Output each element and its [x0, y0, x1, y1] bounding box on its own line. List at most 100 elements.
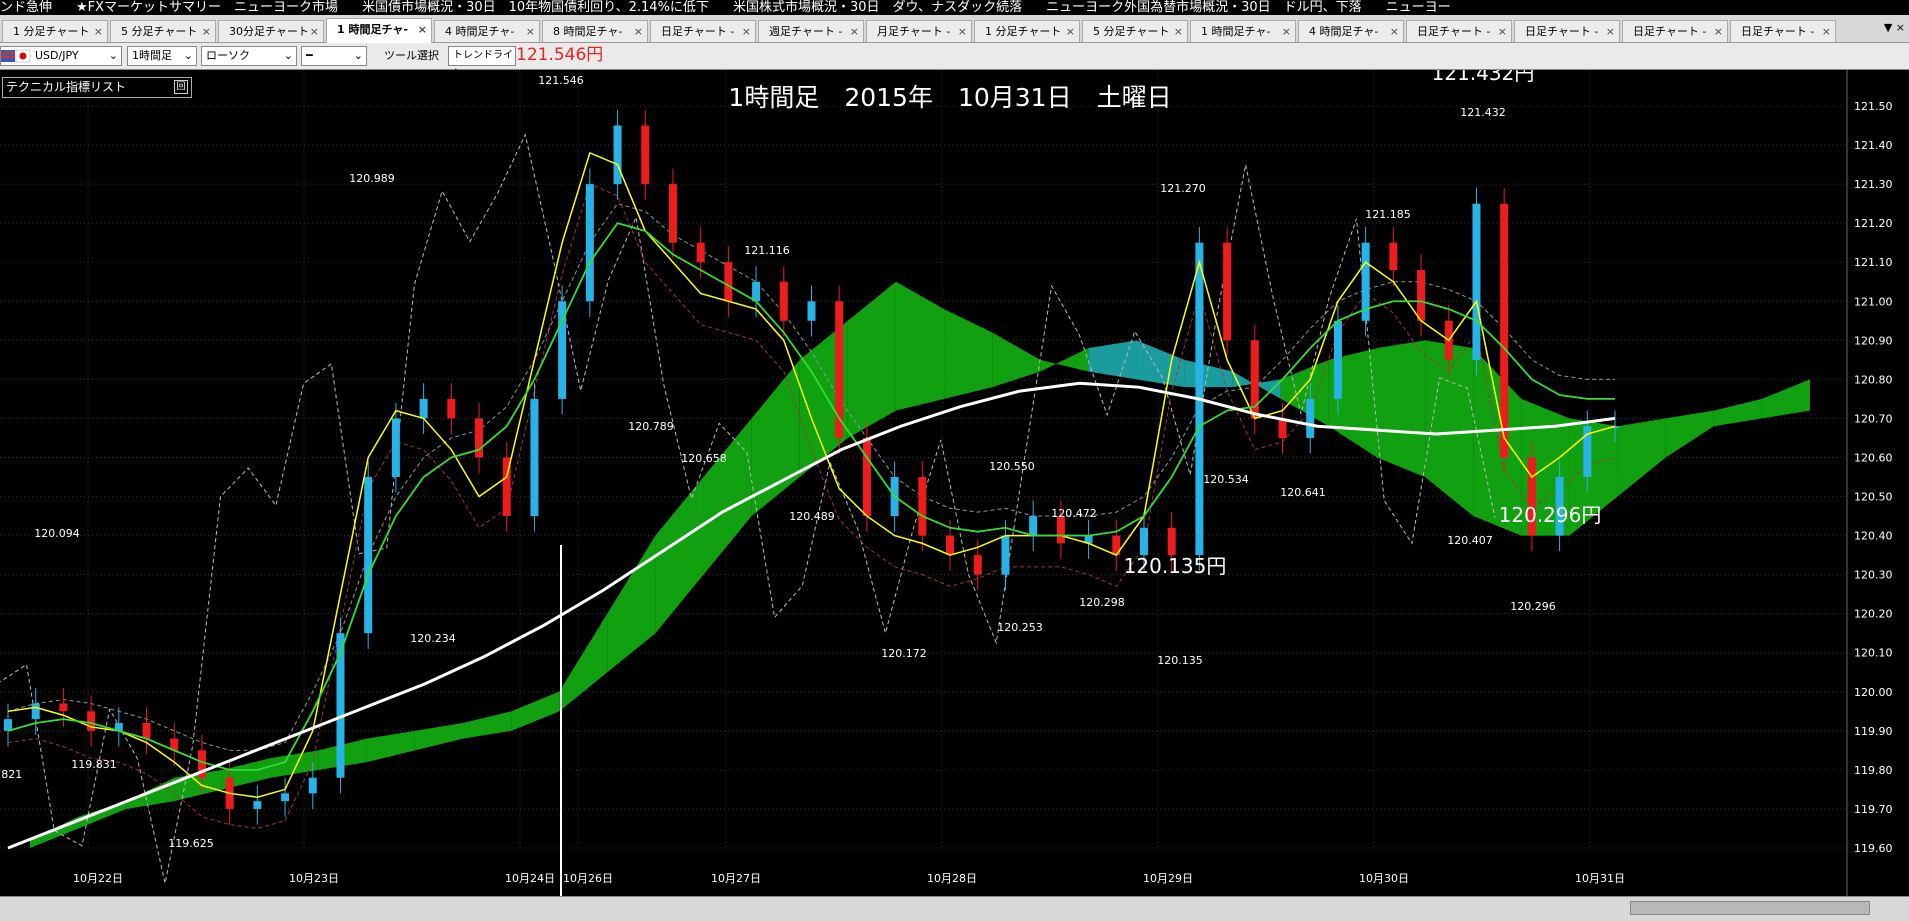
tab-close-icon[interactable]: ×: [94, 21, 103, 42]
ticker-item[interactable]: ★FXマーケットサマリー ニューヨーク市場: [76, 0, 338, 15]
tab-chart-3[interactable]: 30分足チャート ×: [218, 20, 324, 42]
tab-menu-icon[interactable]: ▼: [1884, 21, 1892, 34]
price-label: 121.546: [538, 74, 584, 87]
tab-close-icon[interactable]: ×: [526, 21, 535, 42]
y-tick-label: 121.50: [1854, 100, 1893, 113]
maximize-icon[interactable]: 回: [174, 80, 188, 94]
candle-body: [475, 418, 484, 458]
tab-chart-16[interactable]: 日足チャート - ×: [1622, 20, 1728, 42]
tab-close-icon[interactable]: ×: [958, 21, 967, 42]
candle-body: [447, 398, 456, 419]
tab-chart-4[interactable]: 1 時間足チャ- ×: [326, 18, 432, 43]
currency-pair-select[interactable]: USD/JPY ⌄: [0, 46, 122, 66]
candle-body: [862, 437, 871, 517]
candle-body: [585, 184, 594, 302]
tab-chart-6[interactable]: 8 時間足チャ- ×: [542, 20, 648, 42]
tab-close-icon[interactable]: ×: [310, 21, 319, 42]
tab-close-icon[interactable]: ×: [742, 21, 751, 42]
tab-close-icon[interactable]: ×: [1066, 21, 1075, 42]
annotation-low-2: 120.296円: [1499, 503, 1602, 527]
x-tick-label: 10月29日: [1143, 872, 1193, 885]
tab-chart-9[interactable]: 月足チャート - ×: [866, 20, 972, 42]
tab-chart-11[interactable]: 5 分足チャート ×: [1082, 20, 1188, 42]
price-label: 120.253: [997, 621, 1043, 634]
tool-select-button[interactable]: ツール選択: [384, 47, 439, 65]
news-ticker[interactable]: ンド急伸 ★FXマーケットサマリー ニューヨーク市場 米国債市場概況・30日 10年…: [0, 0, 1909, 15]
tab-chart-17[interactable]: 日足チャート - ×: [1730, 20, 1836, 42]
y-tick-label: 120.30: [1854, 569, 1893, 582]
line-style-select[interactable]: ━ ⌄: [301, 46, 367, 66]
tab-close-icon[interactable]: ×: [1282, 21, 1291, 42]
chart-tab-bar: 1 分足チャート × 5 分足チャート × 30分足チャート × 1 時間足チャ- × 4 時間…: [0, 15, 1909, 43]
pair-label: USD/JPY: [35, 49, 79, 62]
chevron-down-icon: ⌄: [183, 49, 193, 62]
tab-close-icon[interactable]: ×: [850, 21, 859, 42]
candle-body: [281, 793, 290, 802]
tab-label: 5 分足チャート: [1093, 25, 1170, 38]
scroll-thumb[interactable]: [1630, 901, 1870, 915]
technical-indicator-list[interactable]: テクニカル指標リスト 回: [2, 77, 192, 98]
tab-close-icon[interactable]: ×: [202, 21, 211, 42]
candle-body: [668, 184, 677, 243]
tab-chart-1[interactable]: 1 分足チャート ×: [2, 20, 108, 42]
annotation-high: 121.432円: [1432, 70, 1535, 85]
ticker-item[interactable]: 米国株式市場概況・30日 ダウ、ナスダック続落: [733, 0, 1022, 15]
candle-body: [391, 418, 400, 477]
tab-close-icon[interactable]: ×: [1606, 21, 1615, 42]
tab-chart-14[interactable]: 日足チャート - ×: [1406, 20, 1512, 42]
tab-chart-10[interactable]: 1 分足チャート ×: [974, 20, 1080, 42]
ticker-item[interactable]: ニューヨー: [1386, 0, 1451, 15]
y-tick-label: 121.10: [1854, 256, 1893, 269]
tab-label: 月足チャート -: [877, 25, 951, 38]
y-tick-label: 120.70: [1854, 412, 1893, 425]
tab-chart-15[interactable]: 日足チャート - ×: [1514, 20, 1620, 42]
trendline-select[interactable]: トレンドライン: [448, 46, 516, 79]
tab-chart-8[interactable]: 週足チャート - ×: [758, 20, 864, 42]
chart-type-select[interactable]: ローソク ⌄: [201, 46, 297, 66]
tab-close-icon[interactable]: ×: [1174, 21, 1183, 42]
y-tick-label: 119.70: [1854, 803, 1893, 816]
tab-close-icon[interactable]: ×: [1498, 21, 1507, 42]
price-label: 120.989: [349, 172, 395, 185]
candle-body: [696, 242, 705, 263]
candle-body: [1417, 270, 1426, 321]
ticker-item[interactable]: ニューヨーク外国為替市場概況・30日 ドル円、下落: [1046, 0, 1362, 15]
candle-body: [530, 398, 539, 517]
price-chart[interactable]: 121.546 120.989 121.116 121.270 121.185 121.4…: [0, 70, 1909, 896]
tab-chart-12[interactable]: 1 時間足チャ- ×: [1190, 20, 1296, 42]
candle-body: [1001, 535, 1010, 575]
tab-close-icon[interactable]: ×: [1714, 21, 1723, 42]
ticker-item[interactable]: 米国債市場概況・30日 10年物国債利回り、2.14%に低下: [362, 0, 709, 15]
y-tick-label: 121.20: [1854, 217, 1893, 230]
chevron-down-icon: ⌄: [353, 49, 363, 62]
x-tick-label: 10月30日: [1359, 872, 1409, 885]
candle-body: [308, 777, 317, 794]
y-tick-label: 120.90: [1854, 334, 1893, 347]
tech-list-label: テクニカル指標リスト: [6, 80, 127, 94]
candle-body: [1389, 242, 1398, 271]
horizontal-scrollbar[interactable]: [0, 896, 1909, 921]
price-label: 120.172: [881, 647, 927, 660]
tab-close-icon[interactable]: ×: [1822, 21, 1831, 42]
candle-body: [419, 398, 428, 419]
chart-type-label: ローソク: [206, 49, 250, 62]
tab-close-icon[interactable]: ×: [1390, 21, 1399, 42]
y-tick-label: 120.50: [1854, 491, 1893, 504]
tab-label: 1 分足チャート: [13, 25, 90, 38]
close-icon[interactable]: ×: [1896, 21, 1905, 34]
tab-close-icon[interactable]: ×: [634, 21, 643, 42]
ticker-item[interactable]: ンド急伸: [0, 0, 52, 15]
tab-chart-7[interactable]: 日足チャート - ×: [650, 20, 756, 42]
x-tick-label: 10月31日: [1575, 872, 1625, 885]
tab-controls[interactable]: ▼ ×: [1884, 21, 1905, 34]
tab-label: 1 時間足チャ-: [1201, 25, 1271, 38]
tab-chart-13[interactable]: 4 時間足チャ- ×: [1298, 20, 1404, 42]
tab-close-icon[interactable]: ×: [418, 19, 427, 40]
price-label: 119.831: [71, 758, 117, 771]
tab-label: 1 時間足チャ-: [337, 23, 408, 36]
timeframe-select[interactable]: 1時間足 ⌄: [127, 46, 197, 66]
tab-chart-2[interactable]: 5 分足チャート ×: [110, 20, 216, 42]
tab-chart-5[interactable]: 4 時間足チャ- ×: [434, 20, 540, 42]
price-label: 121.432: [1460, 106, 1506, 119]
tab-label: 日足チャート -: [1741, 25, 1815, 38]
